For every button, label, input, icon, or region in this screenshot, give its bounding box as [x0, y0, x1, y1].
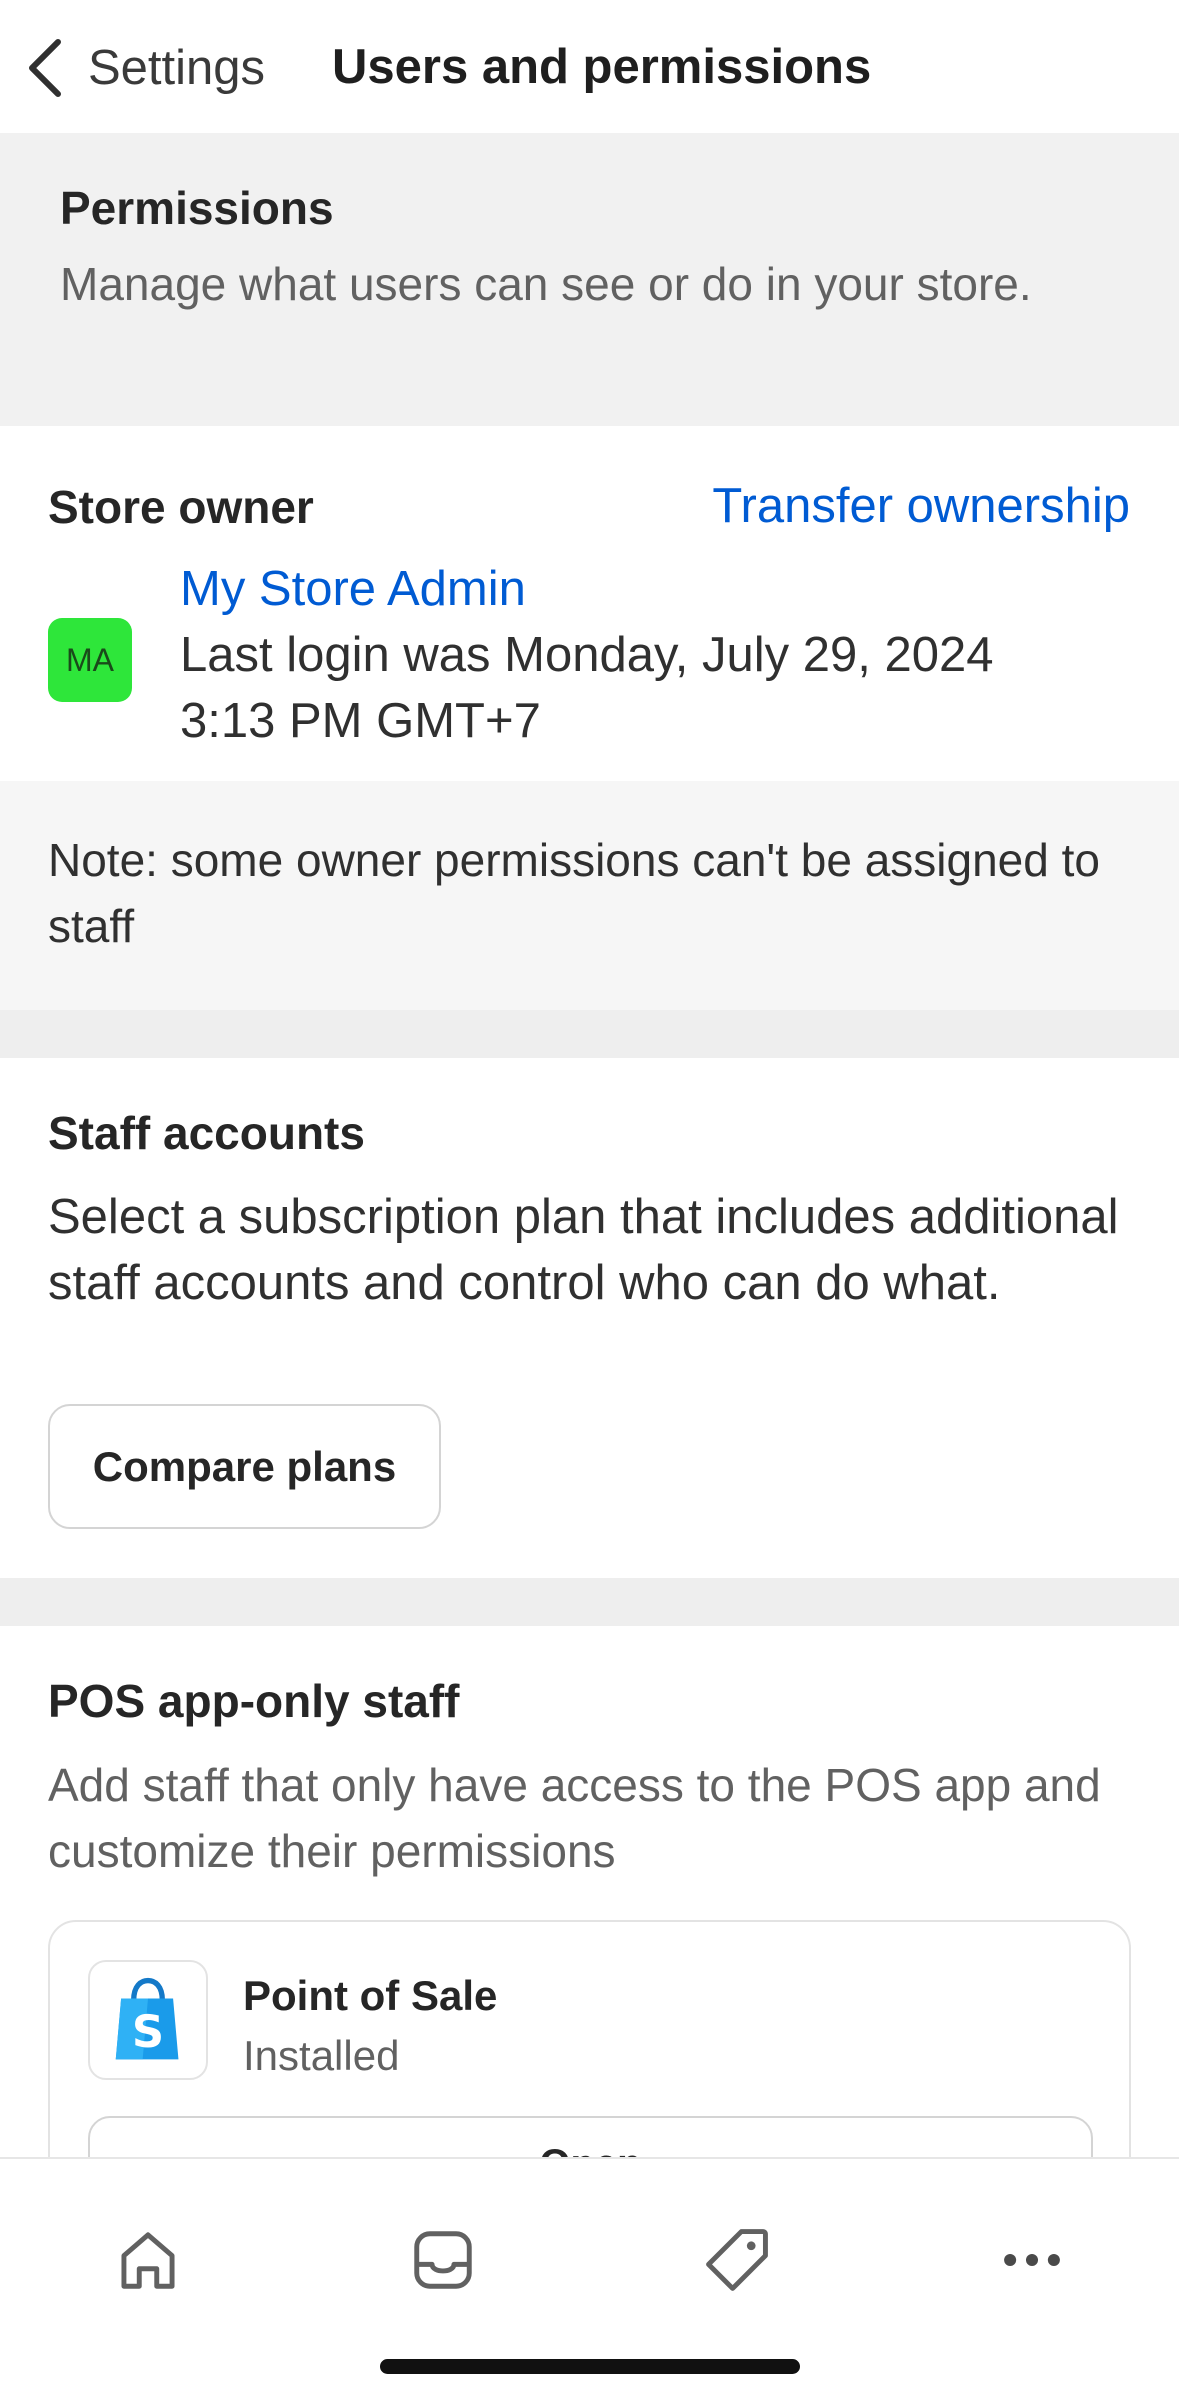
- store-owner-title: Store owner: [48, 481, 314, 533]
- store-owner-section: Store owner Transfer ownership MA My Sto…: [0, 426, 1179, 781]
- avatar: MA: [48, 618, 132, 702]
- last-login-text: Last login was Monday, July 29, 2024 3:1…: [180, 628, 994, 748]
- page-title: Users and permissions: [332, 40, 872, 94]
- more-icon[interactable]: [977, 2205, 1087, 2315]
- svg-text:S: S: [132, 2005, 164, 2058]
- pos-staff-description: Add staff that only have access to the P…: [48, 1759, 1101, 1877]
- compare-plans-button[interactable]: Compare plans: [48, 1404, 441, 1529]
- permissions-banner: Permissions Manage what users can see or…: [0, 133, 1179, 426]
- app-name: Point of Sale: [243, 1972, 498, 2019]
- shopify-bag-icon: S: [88, 1960, 208, 2080]
- home-indicator: [380, 2359, 800, 2374]
- staff-accounts-section: Staff accounts Select a subscription pla…: [0, 1058, 1179, 1578]
- tag-icon[interactable]: [682, 2205, 792, 2315]
- back-label: Settings: [88, 41, 266, 95]
- chevron-left-icon: [29, 39, 61, 97]
- owner-note: Note: some owner permissions can't be as…: [0, 781, 1179, 1010]
- top-bar: Settings Users and permissions: [0, 0, 1179, 133]
- note-text: Note: some owner permissions can't be as…: [48, 834, 1100, 952]
- permissions-title: Permissions: [60, 182, 334, 234]
- pos-staff-title: POS app-only staff: [48, 1675, 460, 1727]
- bottom-tab-bar: [0, 2157, 1179, 2396]
- users-permissions-screen: Settings Users and permissions Permissio…: [0, 0, 1179, 2396]
- staff-accounts-title: Staff accounts: [48, 1107, 365, 1159]
- pos-staff-section: POS app-only staff Add staff that only h…: [0, 1626, 1179, 2250]
- back-button[interactable]: Settings: [22, 30, 265, 106]
- transfer-ownership-link[interactable]: Transfer ownership: [712, 478, 1130, 534]
- staff-accounts-description: Select a subscription plan that includes…: [48, 1190, 1119, 1310]
- section-divider: [0, 1578, 1179, 1626]
- section-divider: [0, 1010, 1179, 1058]
- home-icon[interactable]: [93, 2205, 203, 2315]
- app-status: Installed: [243, 2032, 400, 2079]
- permissions-description: Manage what users can see or do in your …: [60, 258, 1032, 310]
- owner-name-link[interactable]: My Store Admin: [180, 561, 526, 617]
- inbox-icon[interactable]: [388, 2205, 498, 2315]
